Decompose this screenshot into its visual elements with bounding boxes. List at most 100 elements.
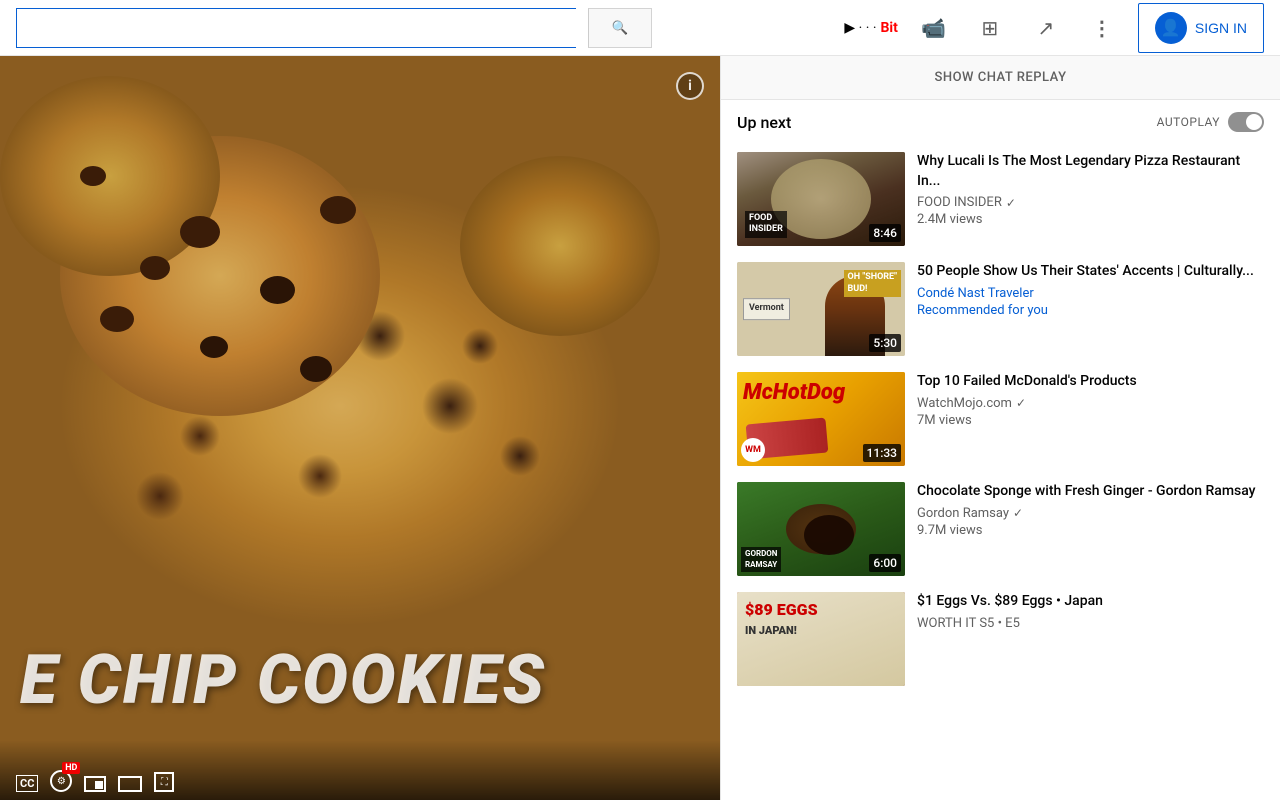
duration-badge-v2: 5:30 [869,334,901,352]
hd-badge: HD [62,762,80,774]
info-button[interactable]: i [676,72,704,100]
sign-in-label: SIGN IN [1195,20,1247,36]
header: 🔍 ▶ · · · Bit 📹 ⊞ ↗ ⋮ 👤 SIGN IN [0,0,1280,56]
watchmojo-badge: WM [741,438,765,462]
video-title-v4: Chocolate Sponge with Fresh Ginger - Gor… [917,482,1260,502]
video-title-v1: Why Lucali Is The Most Legendary Pizza R… [917,152,1260,191]
video-info-v1: Why Lucali Is The Most Legendary Pizza R… [913,152,1264,246]
share-icon: ↗ [1037,16,1054,40]
worth-thumb-bg: $89 EGGSIN JAPAN! [737,592,905,686]
video-thumbnail-v4: GORDONRAMSAY 6:00 [737,482,905,576]
video-title-v3: Top 10 Failed McDonald's Products [917,372,1260,392]
chip-8 [100,306,134,332]
video-card-v4[interactable]: GORDONRAMSAY 6:00 Chocolate Sponge with … [721,474,1280,584]
video-title-overlay: E CHIP COOKIES [0,640,720,720]
bit-label: Bit [880,20,897,36]
gordon-ramsay-badge: GORDONRAMSAY [741,547,781,572]
more-icon: ⋮ [1092,16,1112,40]
search-button[interactable]: 🔍 [588,8,652,48]
search-icon: 🔍 [612,20,629,36]
verified-icon-v3: ✓ [1016,396,1026,410]
miniplayer-icon [84,776,106,792]
apps-icon: ⊞ [981,16,998,40]
channel-name-v5: WORTH IT S5 • E5 [917,616,1020,631]
video-channel-v1: FOOD INSIDER ✓ [917,195,1260,210]
fullscreen-icon: ⛶ [154,772,174,792]
oh-shore-tag: OH "SHORE"BUD! [844,270,901,297]
cookie-title-text: E CHIP COOKIES [20,640,700,720]
video-player: i E CHIP COOKIES CC HD ⚙ [0,56,720,800]
channel-name-v3: WatchMojo.com [917,396,1012,411]
chip-7 [80,166,106,186]
main-content: i E CHIP COOKIES CC HD ⚙ [0,56,1280,800]
video-channel-v5: WORTH IT S5 • E5 [917,616,1260,631]
share-button[interactable]: ↗ [1026,8,1066,48]
duration-badge-v1: 8:46 [869,224,901,242]
autoplay-label: AUTOPLAY [1157,115,1220,129]
food-insider-overlay: FOOD INSIDER [745,211,787,238]
video-channel-v3: WatchMojo.com ✓ [917,396,1260,411]
vermont-box: Vermont [743,298,790,320]
video-thumbnail-v2: Vermont OH "SHORE"BUD! 5:30 [737,262,905,356]
verified-icon-v1: ✓ [1006,196,1016,210]
autoplay-switch[interactable] [1228,112,1264,132]
create-button[interactable]: ▶ · · · Bit [844,20,898,36]
cookie-left [0,76,220,276]
up-next-label: Up next [737,113,791,132]
video-title-v5: $1 Eggs Vs. $89 Eggs • Japan [917,592,1260,612]
video-info-v4: Chocolate Sponge with Fresh Ginger - Gor… [913,482,1264,576]
mc-hotdog-text: McHotDog [743,380,845,405]
avatar-icon: 👤 [1155,12,1187,44]
video-card-v3[interactable]: McHotDog WM 11:33 Top 10 Failed McDonald… [721,364,1280,474]
search-bar [16,8,576,48]
video-info-v5: $1 Eggs Vs. $89 Eggs • Japan WORTH IT S5… [913,592,1264,686]
video-views-v4: 9.7M views [917,523,1260,538]
video-thumbnail-v5: $89 EGGSIN JAPAN! [737,592,905,686]
worth-title-text: $89 EGGSIN JAPAN! [745,600,818,638]
fullscreen-button[interactable]: ⛶ [154,772,174,792]
toggle-knob [1246,114,1262,130]
create-video-button[interactable]: 📹 [914,8,954,48]
video-controls: CC HD ⚙ ⛶ [0,740,720,800]
sidebar: SHOW CHAT REPLAY Up next AUTOPLAY FOOD I… [720,56,1280,800]
video-card-v1[interactable]: FOOD INSIDER 8:46 Why Lucali Is The Most… [721,144,1280,254]
channel-name-v1: FOOD INSIDER [917,195,1002,210]
channel-name-v4: Gordon Ramsay [917,506,1009,521]
video-views-v3: 7M views [917,413,1260,428]
show-chat-label: SHOW CHAT REPLAY [934,70,1066,85]
chip-2 [260,276,295,304]
video-thumbnail-v3: McHotDog WM 11:33 [737,372,905,466]
miniplayer-button[interactable] [84,776,106,792]
person-icon: 👤 [1161,18,1181,38]
video-thumbnail-v1: FOOD INSIDER 8:46 [737,152,905,246]
more-options-button[interactable]: ⋮ [1082,8,1122,48]
video-card-v2[interactable]: Vermont OH "SHORE"BUD! 5:30 50 People Sh… [721,254,1280,364]
chip-5 [320,196,356,224]
theater-button[interactable] [118,776,142,792]
video-thumbnail: i E CHIP COOKIES CC HD ⚙ [0,56,720,800]
duration-badge-v4: 6:00 [869,554,901,572]
theater-icon [118,776,142,792]
cc-button[interactable]: CC [16,775,38,792]
video-channel-v4: Gordon Ramsay ✓ [917,506,1260,521]
cookie-right [460,156,660,336]
video-views-v1: 2.4M views [917,212,1260,227]
sign-in-button[interactable]: 👤 SIGN IN [1138,3,1264,53]
show-chat-replay-button[interactable]: SHOW CHAT REPLAY [721,56,1280,100]
apps-button[interactable]: ⊞ [970,8,1010,48]
duration-badge-v3: 11:33 [863,444,901,462]
verified-icon-v4: ✓ [1013,506,1023,520]
channel-name-v2: Condé Nast Traveler [917,286,1034,301]
up-next-header: Up next AUTOPLAY [721,100,1280,144]
chip-4 [200,336,228,358]
video-info-v2: 50 People Show Us Their States' Accents … [913,262,1264,356]
chip-3 [140,256,170,280]
video-card-v5[interactable]: $89 EGGSIN JAPAN! $1 Eggs Vs. $89 Eggs •… [721,584,1280,694]
cc-icon: CC [16,775,38,792]
video-info-v3: Top 10 Failed McDonald's Products WatchM… [913,372,1264,466]
search-input[interactable] [17,9,576,47]
chip-1 [180,216,220,248]
camera-icon: 📹 [921,16,946,40]
hd-button[interactable]: HD ⚙ [50,770,72,792]
recommended-label-v2: Recommended for you [917,303,1260,318]
